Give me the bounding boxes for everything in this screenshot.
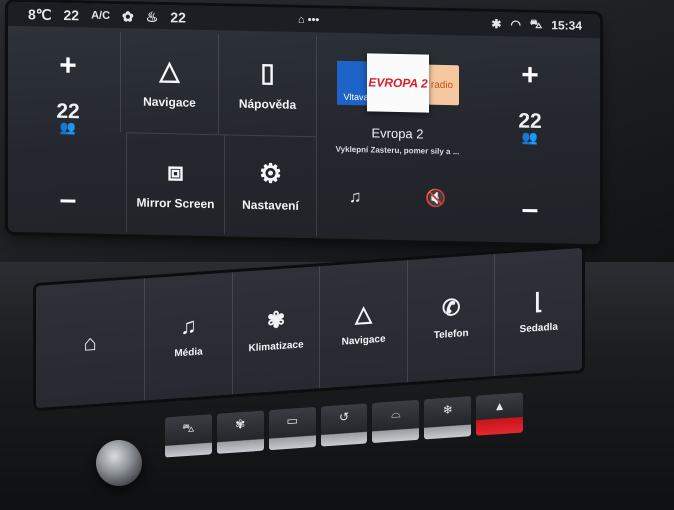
navigation-arrow-icon: △	[159, 54, 180, 86]
climate-right: + 22 👥 –	[478, 38, 582, 244]
seat-heat-icon[interactable]: ♨	[146, 8, 159, 25]
car-icon: ⛍	[529, 16, 543, 31]
settings-tile[interactable]: ⚙ Nastavení	[224, 134, 316, 237]
mute-icon[interactable]: 🔇	[425, 189, 446, 209]
shortcut-media-label: Média	[174, 345, 203, 359]
settings-label: Nastavení	[242, 197, 299, 213]
gear-icon: ⚙	[258, 157, 283, 189]
radio-station-logos[interactable]: Vltava radio EVROPA 2	[337, 51, 459, 113]
help-tile[interactable]: ▯ Nápověda	[218, 34, 316, 137]
status-left-temp[interactable]: 22	[64, 7, 80, 23]
temp-right-decrease-button[interactable]: –	[522, 193, 539, 226]
clock: 15:34	[551, 18, 582, 33]
home-icon: ⌂	[83, 329, 97, 356]
climate-left: + 22 👥 –	[16, 28, 120, 234]
ac-indicator[interactable]: A/C	[91, 10, 110, 22]
mirror-screen-icon: ⧈	[167, 155, 184, 186]
shortcut-navigation[interactable]: △ Navigace	[319, 260, 407, 389]
music-source-icon[interactable]: ♫	[349, 187, 362, 207]
radio-logo[interactable]: radio	[425, 64, 459, 106]
fan-icon: ✾	[266, 306, 286, 333]
rear-defrost-icon[interactable]: ▭	[268, 406, 316, 451]
mirror-screen-label: Mirror Screen	[136, 194, 215, 211]
media-widget[interactable]: Vltava radio EVROPA 2 Evropa 2 Vyklepní …	[316, 36, 478, 240]
station-name: Evropa 2	[371, 125, 424, 142]
temp-left-increase-button[interactable]: +	[59, 49, 77, 82]
front-defrost-icon[interactable]: ⌓	[372, 399, 420, 444]
hazard-icon[interactable]: ▲	[476, 392, 524, 436]
home-icon[interactable]: ⌂	[298, 14, 305, 26]
navigation-tile[interactable]: △ Navigace	[120, 32, 218, 135]
status-right-temp[interactable]: 22	[170, 9, 186, 25]
shortcut-navigation-label: Navigace	[341, 333, 386, 348]
page-indicator: •••	[307, 14, 320, 27]
infotainment-screen: 8℃ 22 A/C ✿ ♨ 22 ⌂ ••• ✱ ◠ ⛍ 15:34 + 22 …	[8, 1, 600, 245]
ac-icon[interactable]: ❄	[424, 396, 472, 440]
shortcut-phone-label: Telefon	[433, 327, 469, 341]
track-info: Vyklepní Zasteru, pomer sily a ...	[335, 144, 460, 157]
shortcut-home[interactable]: ⌂	[36, 279, 144, 409]
outside-temperature: 8℃	[28, 5, 52, 23]
navigation-arrow-icon: △	[355, 300, 373, 327]
persons-icon[interactable]: 👥	[60, 120, 76, 136]
temp-right-increase-button[interactable]: +	[521, 59, 539, 92]
bluetooth-icon: ✱	[491, 16, 502, 32]
wifi-icon: ◠	[510, 17, 521, 32]
navigation-label: Navigace	[143, 94, 196, 110]
phone-icon: ✆	[441, 293, 461, 321]
music-note-icon: ♫	[180, 312, 197, 339]
evropa2-logo[interactable]: EVROPA 2	[367, 53, 429, 113]
shortcut-climate-label: Klimatizace	[248, 338, 304, 354]
fan-heat-icon[interactable]: ✾	[216, 410, 264, 454]
mirror-screen-tile[interactable]: ⧈ Mirror Screen	[126, 132, 224, 235]
seat-icon: ⌊	[534, 288, 544, 314]
volume-knob[interactable]	[96, 440, 142, 486]
shortcut-media[interactable]: ♫ Média	[144, 272, 232, 401]
help-book-icon: ▯	[260, 57, 275, 88]
shortcut-seats[interactable]: ⌊ Sedadla	[494, 247, 583, 377]
shortcut-climate[interactable]: ✾ Klimatizace	[231, 266, 320, 395]
shortcut-phone[interactable]: ✆ Telefon	[406, 254, 495, 383]
car-recirculation-icon[interactable]: ↺	[320, 403, 368, 447]
fan-icon[interactable]: ✿	[122, 8, 134, 25]
help-label: Nápověda	[238, 96, 297, 112]
shortcut-seats-label: Sedadla	[519, 321, 558, 335]
temp-left-decrease-button[interactable]: –	[60, 183, 77, 216]
car-icon[interactable]: ⛍	[165, 414, 212, 458]
persons-icon[interactable]: 👥	[522, 130, 538, 146]
